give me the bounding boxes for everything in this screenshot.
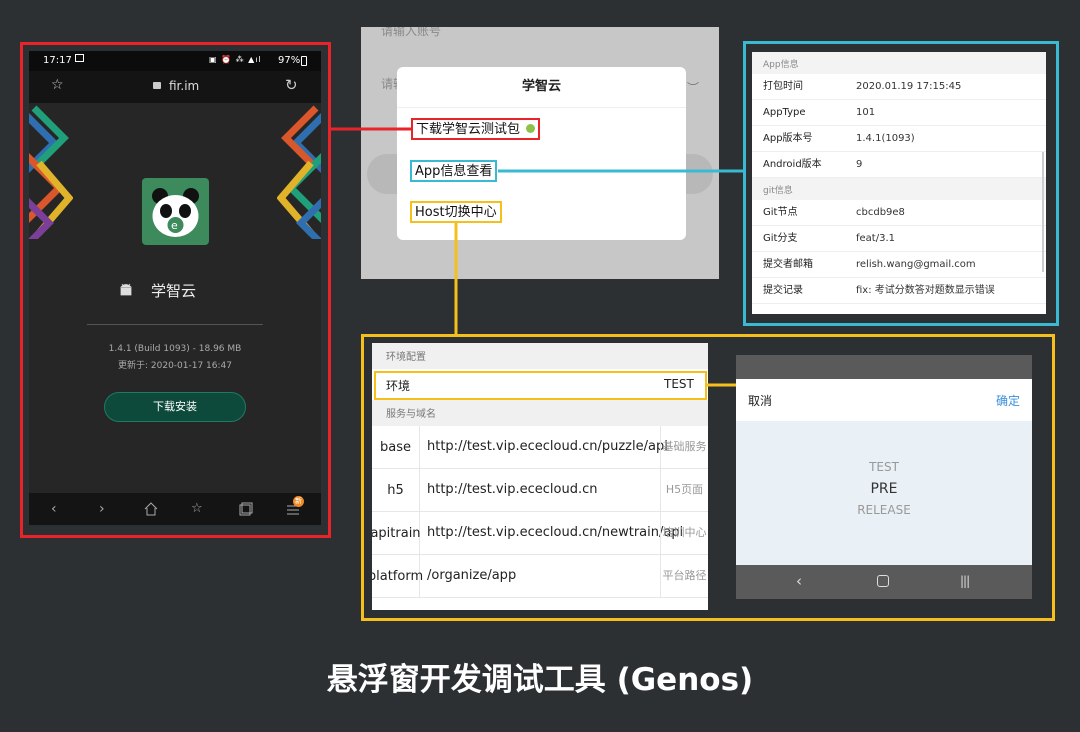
- info-key: App版本号: [763, 133, 813, 144]
- info-row: AppType 101: [752, 100, 1046, 126]
- status-dot-icon: [526, 124, 536, 133]
- info-value: 1.4.1(1093): [856, 133, 915, 144]
- browser-url-bar: ☆ fir.im ↻: [29, 71, 321, 103]
- info-row: 提交记录 fix: 考试分数答对题数显示错误: [752, 278, 1046, 304]
- nav-home-icon[interactable]: [877, 575, 889, 587]
- confirm-button[interactable]: 确定: [996, 392, 1020, 409]
- status-icons: ▣ ⏰ ⁂ ▲ıl: [209, 55, 262, 64]
- divider: [87, 324, 263, 325]
- decorative-pattern-left: [29, 105, 73, 239]
- page-caption: 悬浮窗开发调试工具 (Genos): [326, 662, 754, 698]
- service-row[interactable]: base http://test.vip.ececloud.cn/puzzle/a…: [372, 426, 708, 469]
- app-info-option[interactable]: App信息查看: [410, 160, 498, 182]
- phone-screen: 17:17 ▣ ⏰ ⁂ ▲ıl 97% ☆ fir.im ↻ e 学智云 1.4…: [29, 51, 321, 525]
- env-picker: 取消 确定 TEST PRE RELEASE ‹ |||: [736, 355, 1032, 599]
- browser-bottom-nav: ‹ › ☆ 新: [29, 493, 321, 525]
- lock-icon: [153, 82, 161, 89]
- service-key: apitrain: [372, 512, 421, 554]
- section-header-app: App信息: [752, 52, 1046, 74]
- tabs-icon[interactable]: [239, 501, 255, 517]
- info-key: 提交记录: [763, 285, 803, 296]
- new-badge: 新: [293, 496, 304, 507]
- scrollbar[interactable]: [1042, 152, 1044, 272]
- back-icon[interactable]: ‹: [51, 501, 67, 517]
- cancel-button[interactable]: 取消: [748, 392, 772, 409]
- battery-icon: [301, 56, 307, 66]
- info-key: Git节点: [763, 207, 798, 218]
- android-icon: [119, 282, 133, 298]
- service-key: base: [372, 426, 420, 468]
- panda-icon: e: [152, 188, 199, 237]
- picker-option-selected[interactable]: PRE: [736, 481, 1032, 497]
- service-desc: 平台路径: [660, 555, 708, 597]
- service-row[interactable]: apitrain http://test.vip.ececloud.cn/newt…: [372, 512, 708, 555]
- status-bar: 17:17 ▣ ⏰ ⁂ ▲ıl 97%: [29, 51, 321, 71]
- host-switch-option[interactable]: Host切换中心: [410, 201, 502, 223]
- service-url: http://test.vip.ececloud.cn/puzzle/api: [427, 439, 668, 454]
- info-row: 提交者邮箱 relish.wang@gmail.com: [752, 252, 1046, 278]
- app-info-panel: App信息 打包时间 2020.01.19 17:15:45 AppType 101…: [752, 52, 1046, 314]
- svg-text:e: e: [171, 219, 178, 232]
- info-row: 打包时间 2020.01.19 17:15:45: [752, 74, 1046, 100]
- home-icon[interactable]: [144, 501, 160, 517]
- star-icon[interactable]: ☆: [51, 77, 64, 93]
- picker-header: 取消 确定: [736, 379, 1032, 421]
- service-url: http://test.vip.ececloud.cn: [427, 482, 598, 497]
- info-key: 提交者邮箱: [763, 259, 813, 270]
- url-text[interactable]: fir.im: [169, 79, 199, 93]
- dialog-divider: [397, 107, 686, 108]
- service-url: /organize/app: [427, 568, 517, 583]
- service-desc: H5页面: [660, 469, 708, 511]
- refresh-icon[interactable]: ↻: [285, 76, 298, 94]
- app-name: 学智云: [151, 282, 197, 300]
- info-value: 9: [856, 159, 863, 170]
- android-nav-bar: ‹ |||: [736, 565, 1032, 599]
- info-row: App版本号 1.4.1(1093): [752, 126, 1046, 152]
- battery-level: 97%: [278, 55, 301, 66]
- info-value: 101: [856, 107, 876, 118]
- service-url: http://test.vip.ececloud.cn/newtrain/api: [427, 525, 684, 540]
- service-key: h5: [372, 469, 420, 511]
- updated-time: 更新于: 2020-01-17 16:47: [118, 361, 232, 371]
- dialog-title: 学智云: [521, 79, 561, 94]
- app-logo: e: [142, 178, 209, 245]
- status-time: 17:17: [43, 55, 72, 66]
- service-desc: 基础服务: [660, 426, 708, 468]
- service-row[interactable]: h5 http://test.vip.ececloud.cn H5页面: [372, 469, 708, 512]
- eye-closed-icon[interactable]: ︶: [687, 79, 699, 96]
- info-row: Git节点 cbcdb9e8: [752, 200, 1046, 226]
- picker-option[interactable]: TEST: [736, 460, 1032, 474]
- info-value: cbcdb9e8: [856, 207, 905, 218]
- picker-top-bar: [736, 355, 1032, 379]
- info-value: fix: 考试分数答对题数显示错误: [856, 285, 995, 296]
- section-header-git: git信息: [752, 178, 1046, 200]
- env-row-highlight: [374, 371, 707, 400]
- info-value: feat/3.1: [856, 233, 895, 244]
- info-key: Git分支: [763, 233, 798, 244]
- section-header-services: 服务与域名: [372, 400, 708, 426]
- download-install-button[interactable]: 下载安装: [104, 392, 246, 422]
- forward-icon[interactable]: ›: [99, 501, 115, 517]
- decorative-pattern-right: [277, 105, 321, 239]
- info-key: Android版本: [763, 159, 822, 170]
- gallery-icon: [75, 54, 84, 62]
- nav-back-icon[interactable]: ‹: [796, 572, 802, 590]
- service-key: platform: [372, 555, 423, 597]
- info-value: relish.wang@gmail.com: [856, 259, 976, 270]
- info-value: 2020.01.19 17:15:45: [856, 81, 962, 92]
- info-row: Android版本 9: [752, 152, 1046, 178]
- picker-option[interactable]: RELEASE: [736, 503, 1032, 517]
- info-row: Git分支 feat/3.1: [752, 226, 1046, 252]
- info-key: 打包时间: [763, 81, 803, 92]
- nav-recents-icon[interactable]: |||: [960, 574, 970, 588]
- download-test-package-option[interactable]: 下载学智云测试包: [411, 118, 541, 140]
- info-key: AppType: [763, 107, 806, 118]
- option-label: 下载学智云测试包: [416, 122, 521, 137]
- service-desc: 培训中心: [660, 512, 708, 554]
- service-row[interactable]: platform/organize/app 平台路径: [372, 555, 708, 598]
- section-header-env: 环境配置: [372, 343, 708, 369]
- account-placeholder[interactable]: 请输入账号: [381, 27, 441, 39]
- bookmark-icon[interactable]: ☆: [191, 501, 207, 517]
- version-info: 1.4.1 (Build 1093) - 18.96 MB: [108, 344, 242, 354]
